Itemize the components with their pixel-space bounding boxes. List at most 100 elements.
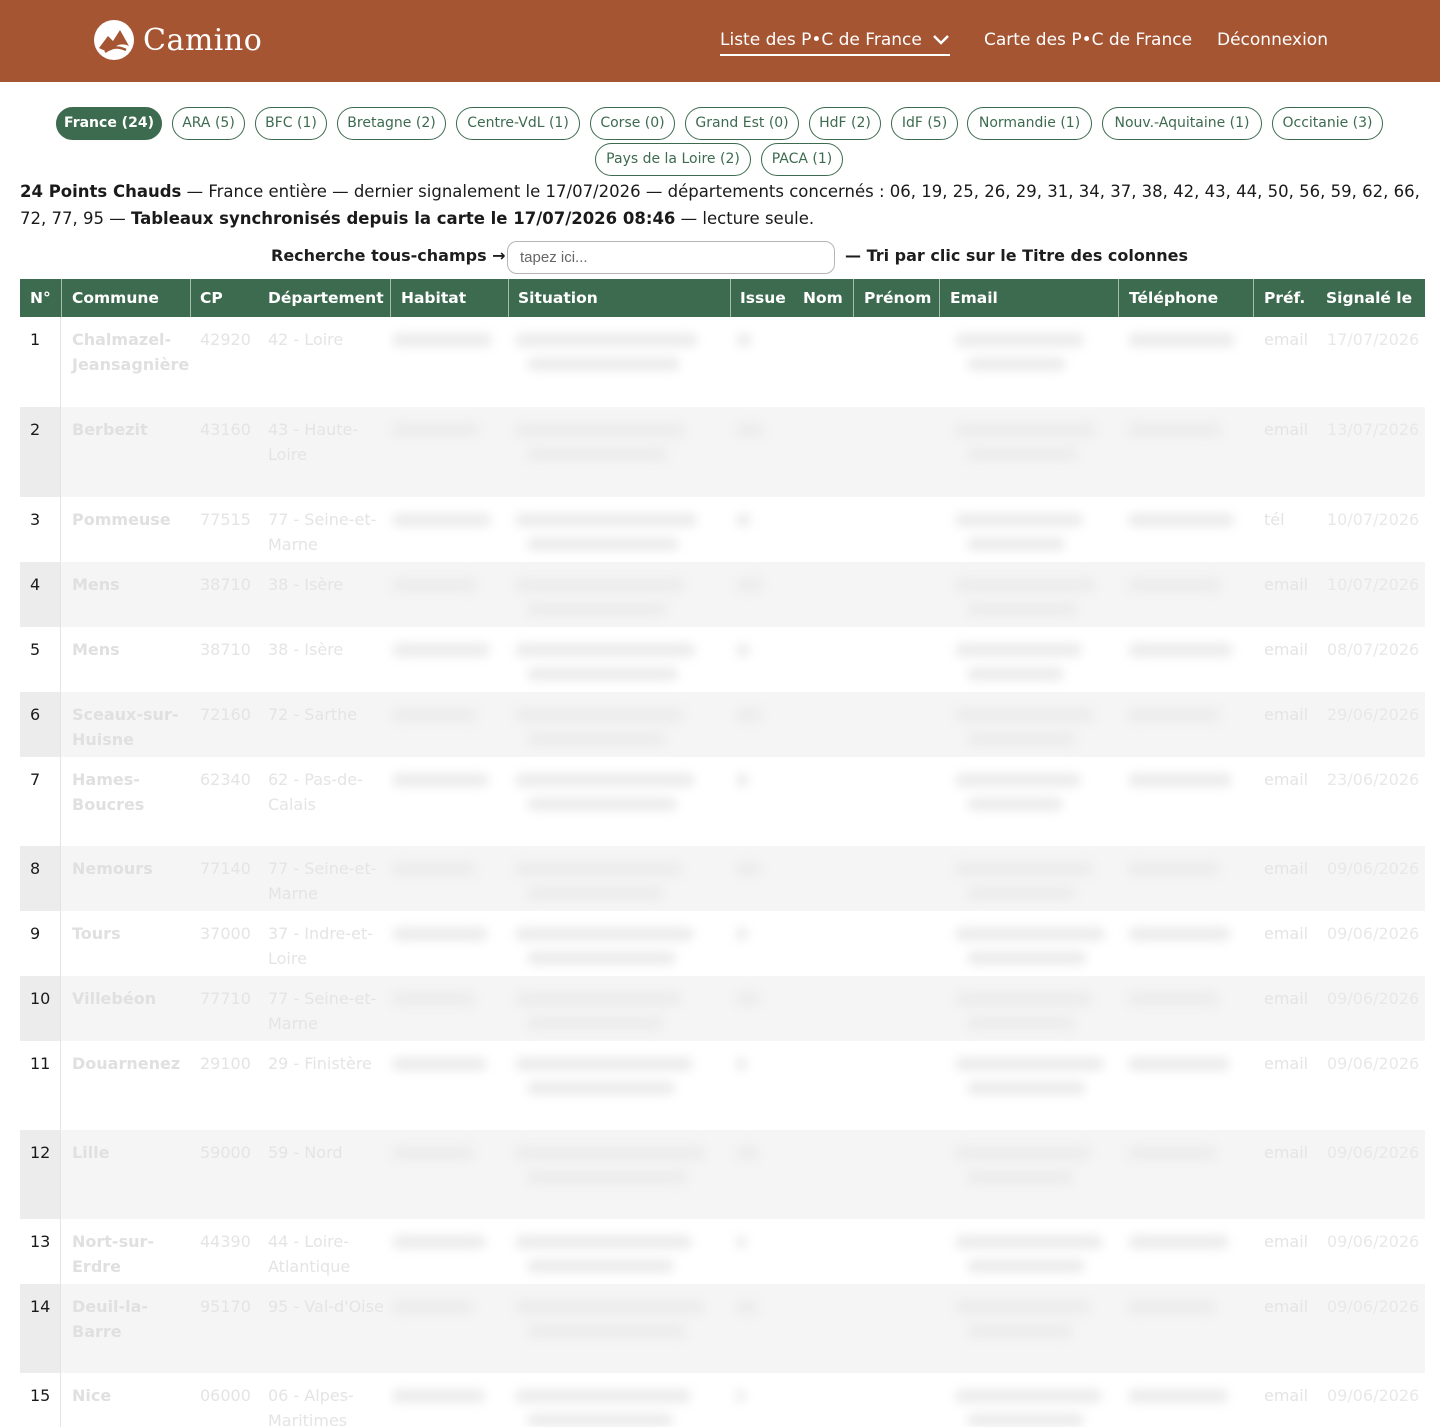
region-pill-hdf[interactable]: HdF (2) <box>809 107 881 140</box>
column-header-telephone[interactable]: Téléphone <box>1119 279 1218 317</box>
redacted-content <box>392 773 489 787</box>
column-header-departement[interactable]: Département <box>258 279 384 317</box>
redacted-content <box>955 773 1081 787</box>
nav-list-dropdown[interactable]: Liste des P•C de France <box>720 30 950 56</box>
redacted-content <box>515 578 684 592</box>
column-header-email[interactable]: Email <box>940 279 998 317</box>
commune-cell: Mens <box>72 640 120 659</box>
redacted-content <box>955 992 1092 1006</box>
column-header-signale-le[interactable]: Signalé le <box>1316 279 1412 317</box>
redacted-content <box>736 1300 758 1314</box>
redacted-content <box>527 797 677 811</box>
redacted-content <box>967 537 1065 551</box>
row-index-cell <box>20 562 61 627</box>
table-row[interactable]: 8 Nemours 77140 77 - Seine-et-Marne email 09/… <box>20 846 1425 911</box>
reported-date-cell: 13/07/2026 <box>1327 420 1420 439</box>
table-row[interactable]: 15 Nice 06000 06 - Alpes-Maritimes email 09/0… <box>20 1373 1425 1427</box>
preference-cell: email <box>1264 575 1309 594</box>
region-pill-bretagne[interactable]: Bretagne (2) <box>337 107 446 140</box>
column-header-prenom[interactable]: Prénom <box>854 279 931 317</box>
table-row[interactable]: 2 Berbezit 43160 43 - Haute-Loire email 13/07… <box>20 407 1425 497</box>
region-pill-occitanie[interactable]: Occitanie (3) <box>1272 107 1383 140</box>
region-pill-pays-de-la-loire[interactable]: Pays de la Loire (2) <box>595 143 751 176</box>
redacted-content <box>515 862 682 876</box>
row-index-cell <box>20 627 61 692</box>
table-row[interactable]: 11 Douarnenez 29100 29 - Finistère email 09/0… <box>20 1041 1425 1130</box>
redacted-content <box>1128 773 1232 787</box>
department-cell: 38 - Isère <box>268 640 344 659</box>
region-pill-normandie[interactable]: Normandie (1) <box>967 107 1092 140</box>
column-header-situation[interactable]: Situation <box>508 279 598 317</box>
redacted-content <box>955 333 1084 347</box>
brand[interactable]: Camino <box>93 19 262 61</box>
row-number: 6 <box>30 705 41 724</box>
column-header-num[interactable]: N° <box>20 279 51 317</box>
redacted-content <box>955 708 1094 722</box>
preference-cell: email <box>1264 1297 1309 1316</box>
nav-map-link[interactable]: Carte des P•C de France <box>984 30 1192 50</box>
redacted-content <box>736 773 749 787</box>
region-pill-centre-vdl[interactable]: Centre-VdL (1) <box>456 107 580 140</box>
department-cell: 77 - Seine-et-Marne <box>268 989 377 1033</box>
commune-cell: Mens <box>72 575 120 594</box>
preference-cell: email <box>1264 924 1309 943</box>
redacted-content <box>955 1235 1103 1249</box>
reported-date-cell: 10/07/2026 <box>1327 575 1420 594</box>
table-row[interactable]: 10 Villebéon 77710 77 - Seine-et-Marne email… <box>20 976 1425 1041</box>
logout-link[interactable]: Déconnexion <box>1217 30 1328 50</box>
commune-cell: Tours <box>72 924 121 943</box>
region-pill-nouv-aquitaine[interactable]: Nouv.-Aquitaine (1) <box>1102 107 1262 140</box>
region-pill-paca[interactable]: PACA (1) <box>761 143 843 176</box>
redacted-content <box>955 578 1095 592</box>
redacted-content <box>515 1146 705 1160</box>
column-header-habitat[interactable]: Habitat <box>391 279 466 317</box>
row-number: 15 <box>30 1386 51 1405</box>
commune-cell: Hames-Boucres <box>72 770 145 814</box>
table-row[interactable]: 1 Chalmazel-Jeansagnière 42920 42 - Loire em… <box>20 317 1425 407</box>
row-index-cell <box>20 911 61 976</box>
region-pill-bfc[interactable]: BFC (1) <box>255 107 327 140</box>
reported-date-cell: 29/06/2026 <box>1327 705 1420 724</box>
commune-cell: Sceaux-sur-Huisne <box>72 705 179 749</box>
table-row[interactable]: 9 Tours 37000 37 - Indre-et-Loire email 09/06… <box>20 911 1425 976</box>
search-input[interactable] <box>507 241 835 274</box>
column-header-cp[interactable]: CP <box>190 279 223 317</box>
region-pill-ara[interactable]: ARA (5) <box>172 107 245 140</box>
row-number: 9 <box>30 924 41 943</box>
preference-cell: email <box>1264 420 1309 439</box>
row-number: 2 <box>30 420 41 439</box>
table-row[interactable]: 3 Pommeuse 77515 77 - Seine-et-Marne tél 10/0… <box>20 497 1425 562</box>
redacted-content <box>955 423 1096 437</box>
department-cell: 44 - Loire-Atlantique <box>268 1232 351 1276</box>
redacted-content <box>527 732 665 746</box>
redacted-content <box>527 1413 673 1427</box>
preference-cell: email <box>1264 1054 1309 1073</box>
preference-cell: email <box>1264 1232 1309 1251</box>
table-row[interactable]: 6 Sceaux-sur-Huisne 72160 72 - Sarthe email 2… <box>20 692 1425 757</box>
region-pill-grand-est[interactable]: Grand Est (0) <box>685 107 799 140</box>
preference-cell: email <box>1264 859 1309 878</box>
postal-code-cell: 95170 <box>200 1297 251 1316</box>
reported-date-cell: 09/06/2026 <box>1327 924 1420 943</box>
region-pill-idf[interactable]: IdF (5) <box>891 107 958 140</box>
table-row[interactable]: 13 Nort-sur-Erdre 44390 44 - Loire-Atlantiq… <box>20 1219 1425 1284</box>
table-row[interactable]: 14 Deuil-la-Barre 95170 95 - Val-d'Oise emai… <box>20 1284 1425 1373</box>
region-pill-corse[interactable]: Corse (0) <box>590 107 675 140</box>
table-row[interactable]: 7 Hames-Boucres 62340 62 - Pas-de-Calais ema… <box>20 757 1425 846</box>
reported-date-cell: 09/06/2026 <box>1327 1297 1420 1316</box>
table-row[interactable]: 12 Lille 59000 59 - Nord email 09/06/2026 <box>20 1130 1425 1219</box>
redacted-content <box>967 797 1063 811</box>
postal-code-cell: 29100 <box>200 1054 251 1073</box>
redacted-content <box>1128 333 1235 347</box>
column-header-nom[interactable]: Nom <box>793 279 843 317</box>
redacted-content <box>955 643 1082 657</box>
column-header-commune[interactable]: Commune <box>62 279 159 317</box>
redacted-content <box>967 1324 1072 1338</box>
row-number: 14 <box>30 1297 51 1316</box>
table-row[interactable]: 5 Mens 38710 38 - Isère email 08/07/2026 <box>20 627 1425 692</box>
region-pill-france[interactable]: France (24) <box>56 107 162 140</box>
table-row[interactable]: 4 Mens 38710 38 - Isère email 10/07/2026 <box>20 562 1425 627</box>
redacted-content <box>515 1235 692 1249</box>
column-header-issue[interactable]: Issue <box>730 279 786 317</box>
column-header-pref[interactable]: Préf. <box>1254 279 1305 317</box>
